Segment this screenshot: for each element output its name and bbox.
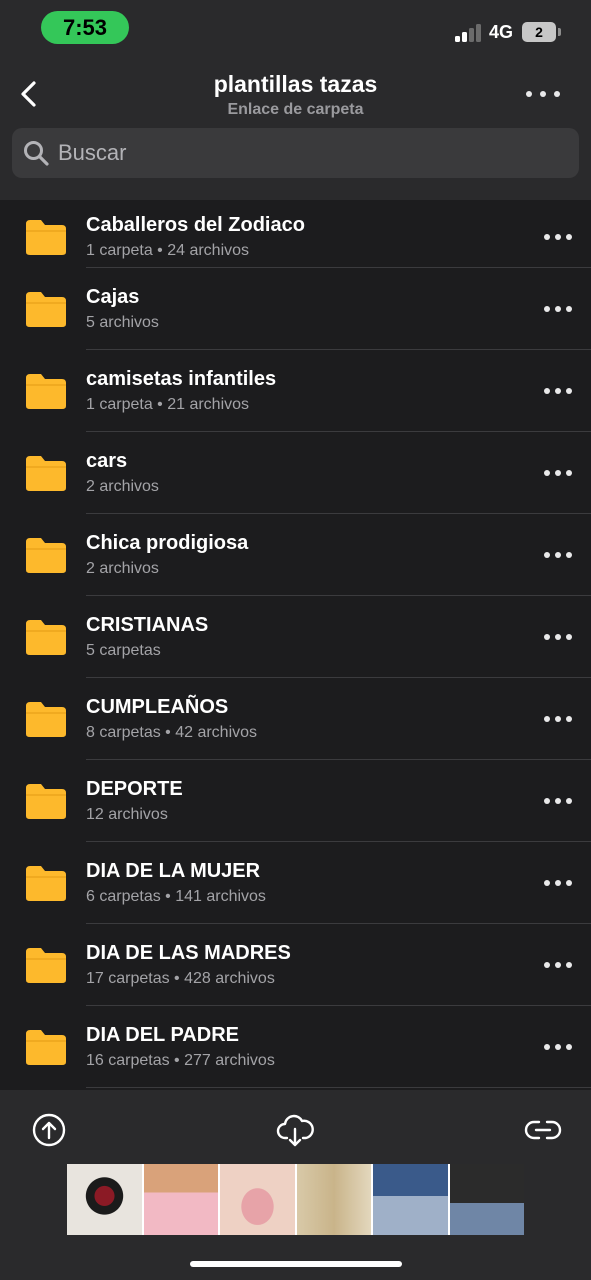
folder-icon <box>24 218 68 256</box>
cellular-signal-icon <box>455 24 483 42</box>
folder-row[interactable]: DIA DE LA MUJER 6 carpetas • 141 archivo… <box>0 842 591 924</box>
folder-name: DIA DEL PADRE <box>86 1024 239 1046</box>
folder-icon <box>24 700 68 738</box>
folder-row[interactable]: camisetas infantiles 1 carpeta • 21 arch… <box>0 350 591 432</box>
ad-image <box>220 1164 295 1235</box>
folder-icon <box>24 618 68 656</box>
home-indicator <box>190 1261 402 1267</box>
cloud-upload-icon[interactable] <box>29 1110 69 1150</box>
search-icon <box>24 141 49 166</box>
row-more-options-button[interactable] <box>544 632 572 642</box>
folder-icon <box>24 864 68 902</box>
folder-icon <box>24 536 68 574</box>
folder-name: DIA DE LAS MADRES <box>86 942 291 964</box>
divider <box>86 1087 591 1088</box>
row-more-options-button[interactable] <box>544 550 572 560</box>
folder-name: DEPORTE <box>86 778 183 800</box>
folder-meta: 6 carpetas • 141 archivos <box>86 888 266 905</box>
battery-tip <box>558 28 561 36</box>
row-more-options-button[interactable] <box>544 468 572 478</box>
header: plantillas tazas Enlace de carpeta <box>0 58 591 200</box>
link-icon[interactable] <box>523 1110 563 1150</box>
row-more-options-button[interactable] <box>544 714 572 724</box>
folder-name: Cajas <box>86 286 140 308</box>
page-subtitle: Enlace de carpeta <box>227 101 364 118</box>
folder-meta: 16 carpetas • 277 archivos <box>86 1052 275 1069</box>
folder-icon <box>24 1028 68 1066</box>
row-more-options-button[interactable] <box>544 796 572 806</box>
ad-image <box>373 1164 448 1235</box>
bottom-toolbar <box>0 1090 591 1280</box>
folder-row[interactable]: cars 2 archivos <box>0 432 591 514</box>
folder-row[interactable]: Cajas 5 archivos <box>0 268 591 350</box>
folder-icon <box>24 782 68 820</box>
folder-row[interactable]: DIA DE LAS MADRES 17 carpetas • 428 arch… <box>0 924 591 1006</box>
folder-name: camisetas infantiles <box>86 368 277 390</box>
folder-name: CUMPLEAÑOS <box>86 696 229 718</box>
network-type: 4G <box>489 22 514 42</box>
folder-name: cars <box>86 450 128 472</box>
more-options-button[interactable] <box>526 82 560 106</box>
folder-meta: 5 archivos <box>86 314 159 331</box>
row-more-options-button[interactable] <box>544 232 572 242</box>
folder-icon <box>24 946 68 984</box>
folder-name: Chica prodigiosa <box>86 532 249 554</box>
folder-meta: 2 archivos <box>86 560 159 577</box>
ad-image <box>67 1164 142 1235</box>
folder-list: Caballeros del Zodiaco 1 carpeta • 24 ar… <box>0 200 591 1090</box>
folder-icon <box>24 290 68 328</box>
status-time: 7:53 <box>41 11 129 44</box>
folder-row[interactable]: Chica prodigiosa 2 archivos <box>0 514 591 596</box>
folder-row[interactable]: CUMPLEAÑOS 8 carpetas • 42 archivos <box>0 678 591 760</box>
ad-image <box>143 1164 218 1235</box>
folder-meta: 1 carpeta • 21 archivos <box>86 396 250 413</box>
status-bar: 7:53 4G 2 <box>0 0 591 58</box>
folder-meta: 17 carpetas • 428 archivos <box>86 970 275 987</box>
folder-name: Caballeros del Zodiaco <box>86 214 305 236</box>
folder-row[interactable]: DEPORTE 12 archivos <box>0 760 591 842</box>
folder-row[interactable]: DIA DEL PADRE 16 carpetas • 277 archivos <box>0 1006 591 1088</box>
page-title: plantillas tazas <box>213 71 378 97</box>
folder-icon <box>24 454 68 492</box>
cloud-download-icon[interactable] <box>275 1110 315 1150</box>
folder-icon <box>24 372 68 410</box>
row-more-options-button[interactable] <box>544 878 572 888</box>
search-input[interactable] <box>58 140 558 166</box>
ad-image <box>296 1164 371 1235</box>
row-more-options-button[interactable] <box>544 304 572 314</box>
folder-meta: 1 carpeta • 24 archivos <box>86 242 250 259</box>
folder-meta: 5 carpetas <box>86 642 161 659</box>
ad-image <box>449 1164 524 1235</box>
folder-row[interactable]: Caballeros del Zodiaco 1 carpeta • 24 ar… <box>0 200 591 268</box>
row-more-options-button[interactable] <box>544 386 572 396</box>
battery-icon: 2 <box>522 22 556 42</box>
search-bar[interactable] <box>12 128 579 178</box>
folder-meta: 2 archivos <box>86 478 159 495</box>
folder-row[interactable]: CRISTIANAS 5 carpetas <box>0 596 591 678</box>
folder-name: CRISTIANAS <box>86 614 209 636</box>
folder-meta: 8 carpetas • 42 archivos <box>86 724 258 741</box>
folder-name: DIA DE LA MUJER <box>86 860 261 882</box>
ad-banner[interactable] <box>67 1164 524 1235</box>
row-more-options-button[interactable] <box>544 1042 572 1052</box>
row-more-options-button[interactable] <box>544 960 572 970</box>
folder-meta: 12 archivos <box>86 806 168 823</box>
